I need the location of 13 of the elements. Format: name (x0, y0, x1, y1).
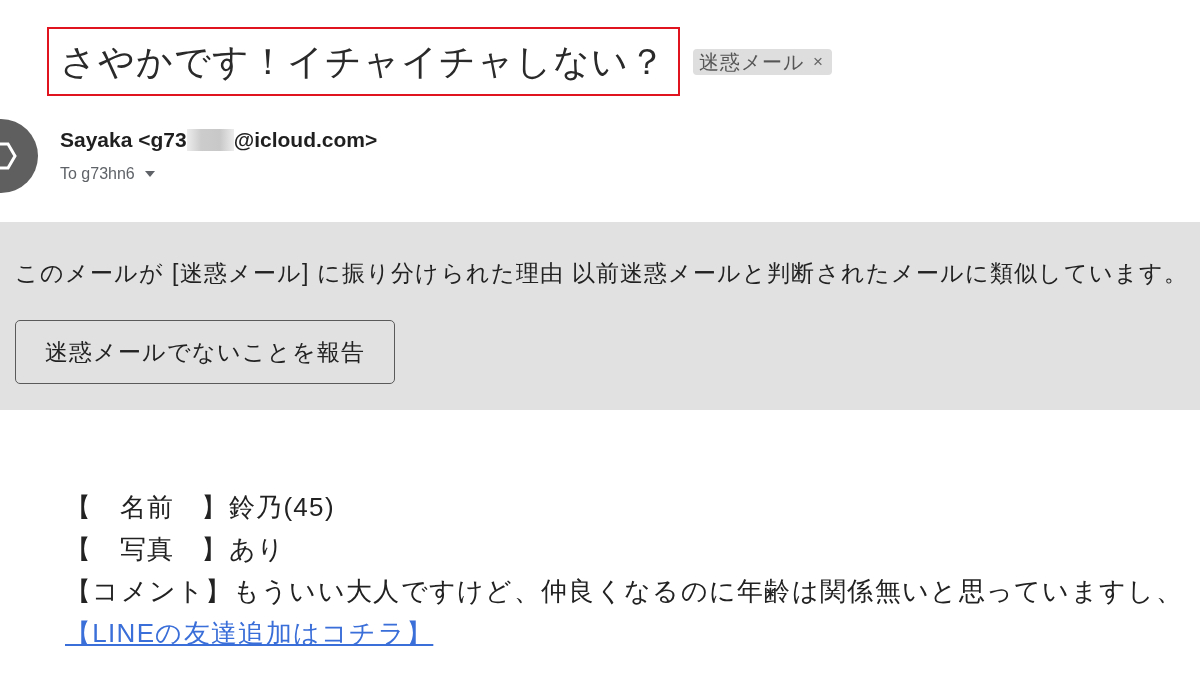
sender-name: Sayaka <g73 (60, 127, 187, 153)
chip-label: 迷惑メール (699, 49, 804, 74)
remove-label-button[interactable]: × (813, 50, 823, 73)
email-subject: さやかです！イチャイチャしない？ (60, 40, 666, 84)
body-text-line: 【 名前 】鈴乃(45) (65, 491, 336, 524)
body-text-line: 【コメント】もういい大人ですけど、仲良くなるのに年齢は関係無いと思っていますし、 (65, 575, 1184, 608)
line-friend-link[interactable]: 【LINEの友達追加はコチラ】 (65, 618, 434, 648)
sender-address: @icloud.com> (233, 127, 378, 153)
spam-reason-text: このメールが [迷惑メール] に振り分けられた理由 以前迷惑メールと判断されたメールに類似しています。 (15, 259, 1185, 288)
body-text-line: 【 写真 】あり (65, 533, 287, 566)
recipient-text: To g73hn6 (60, 164, 135, 184)
report-not-spam-button[interactable]: 迷惑メールでないことを報告 (15, 320, 395, 384)
caret-icon[interactable] (144, 171, 155, 177)
